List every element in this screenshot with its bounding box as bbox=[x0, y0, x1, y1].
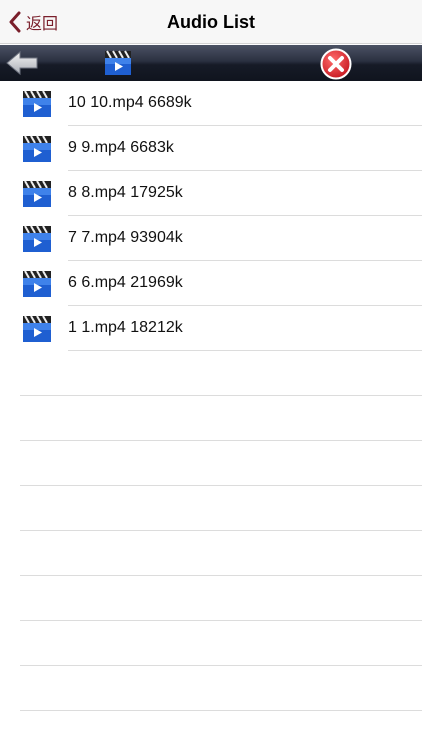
file-name: 7 7.mp4 93904k bbox=[68, 229, 183, 246]
clapperboard-icon bbox=[23, 180, 51, 207]
page-title: Audio List bbox=[167, 11, 255, 32]
clapperboard-icon bbox=[23, 315, 51, 342]
file-name: 6 6.mp4 21969k bbox=[68, 274, 183, 291]
file-list: 10 10.mp4 6689k 9 9.mp4 6683k 8 8.mp4 17… bbox=[0, 81, 422, 351]
empty-row bbox=[0, 531, 422, 576]
chevron-left-icon bbox=[9, 11, 21, 33]
empty-row bbox=[0, 441, 422, 486]
empty-row bbox=[0, 576, 422, 621]
file-name: 8 8.mp4 17925k bbox=[68, 184, 183, 201]
empty-row bbox=[0, 396, 422, 441]
clapperboard-icon bbox=[23, 225, 51, 252]
clapperboard-icon bbox=[23, 135, 51, 162]
close-icon[interactable] bbox=[320, 48, 352, 80]
file-name: 1 1.mp4 18212k bbox=[68, 319, 183, 336]
list-item[interactable]: 9 9.mp4 6683k bbox=[0, 126, 422, 171]
empty-row bbox=[0, 621, 422, 666]
list-item[interactable]: 7 7.mp4 93904k bbox=[0, 216, 422, 261]
empty-rows bbox=[0, 351, 422, 711]
navigation-bar: 返回 Audio List bbox=[0, 0, 422, 44]
list-item[interactable]: 1 1.mp4 18212k bbox=[0, 306, 422, 351]
back-button-label: 返回 bbox=[26, 14, 59, 33]
empty-row bbox=[0, 486, 422, 531]
empty-row bbox=[0, 666, 422, 711]
list-item[interactable]: 6 6.mp4 21969k bbox=[0, 261, 422, 306]
file-name: 9 9.mp4 6683k bbox=[68, 139, 174, 156]
empty-row bbox=[0, 351, 422, 396]
left-arrow-icon[interactable] bbox=[5, 50, 39, 76]
back-button[interactable]: 返回 bbox=[8, 8, 58, 36]
list-item[interactable]: 10 10.mp4 6689k bbox=[0, 81, 422, 126]
file-name: 10 10.mp4 6689k bbox=[68, 94, 192, 111]
clapperboard-icon bbox=[105, 50, 131, 75]
list-item[interactable]: 8 8.mp4 17925k bbox=[0, 171, 422, 216]
clapperboard-icon bbox=[23, 90, 51, 117]
toolbar bbox=[0, 45, 422, 81]
clapperboard-icon bbox=[23, 270, 51, 297]
